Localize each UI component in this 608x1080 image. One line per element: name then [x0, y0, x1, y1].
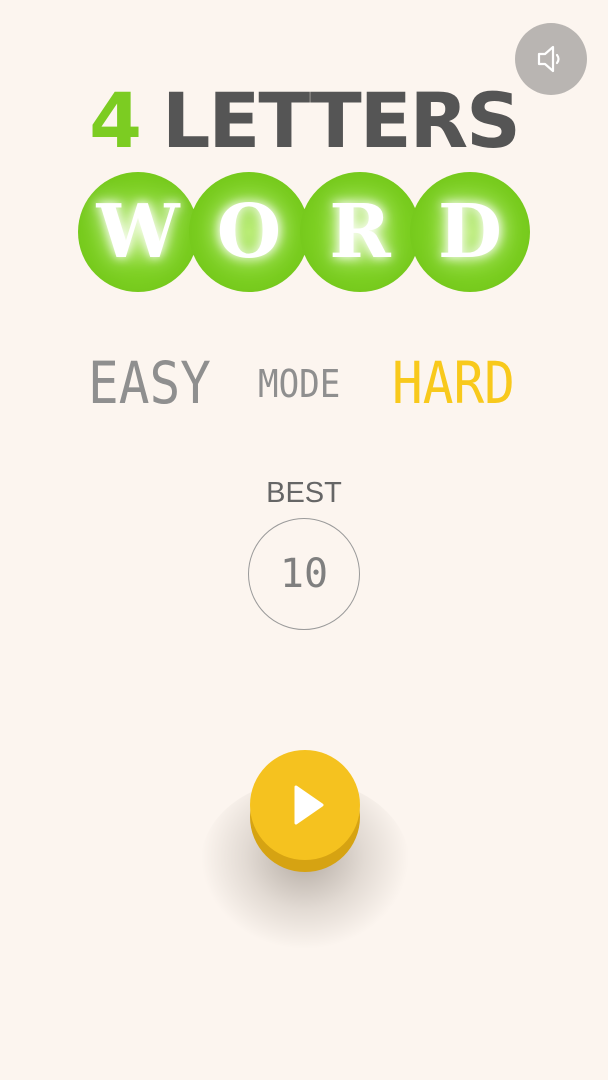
- mode-easy-button[interactable]: EASY: [88, 350, 211, 416]
- speaker-icon: [537, 45, 560, 73]
- best-score-label: BEST: [266, 477, 342, 509]
- logo-letter-ball: R: [300, 172, 420, 292]
- game-title: 4 LETTERS: [0, 76, 608, 166]
- title-word: LETTERS: [161, 76, 521, 165]
- title-number: 4: [89, 76, 142, 165]
- mode-label: MODE: [258, 362, 341, 406]
- logo-letter: W: [96, 189, 180, 275]
- logo-letter: R: [329, 189, 391, 275]
- mode-hard-button[interactable]: HARD: [392, 350, 515, 416]
- logo-letter-ball: W: [78, 172, 198, 292]
- mode-selector: EASY MODE HARD: [0, 350, 608, 420]
- best-score-circle: 10: [248, 518, 360, 630]
- play-icon: [294, 785, 324, 825]
- best-score-value: 10: [279, 551, 329, 597]
- logo-letter-ball: D: [410, 172, 530, 292]
- logo-letter: D: [437, 189, 503, 275]
- word-logo: W O R D: [78, 172, 530, 292]
- play-button[interactable]: [250, 750, 360, 860]
- logo-letter-ball: O: [189, 172, 309, 292]
- logo-letter: O: [216, 189, 282, 275]
